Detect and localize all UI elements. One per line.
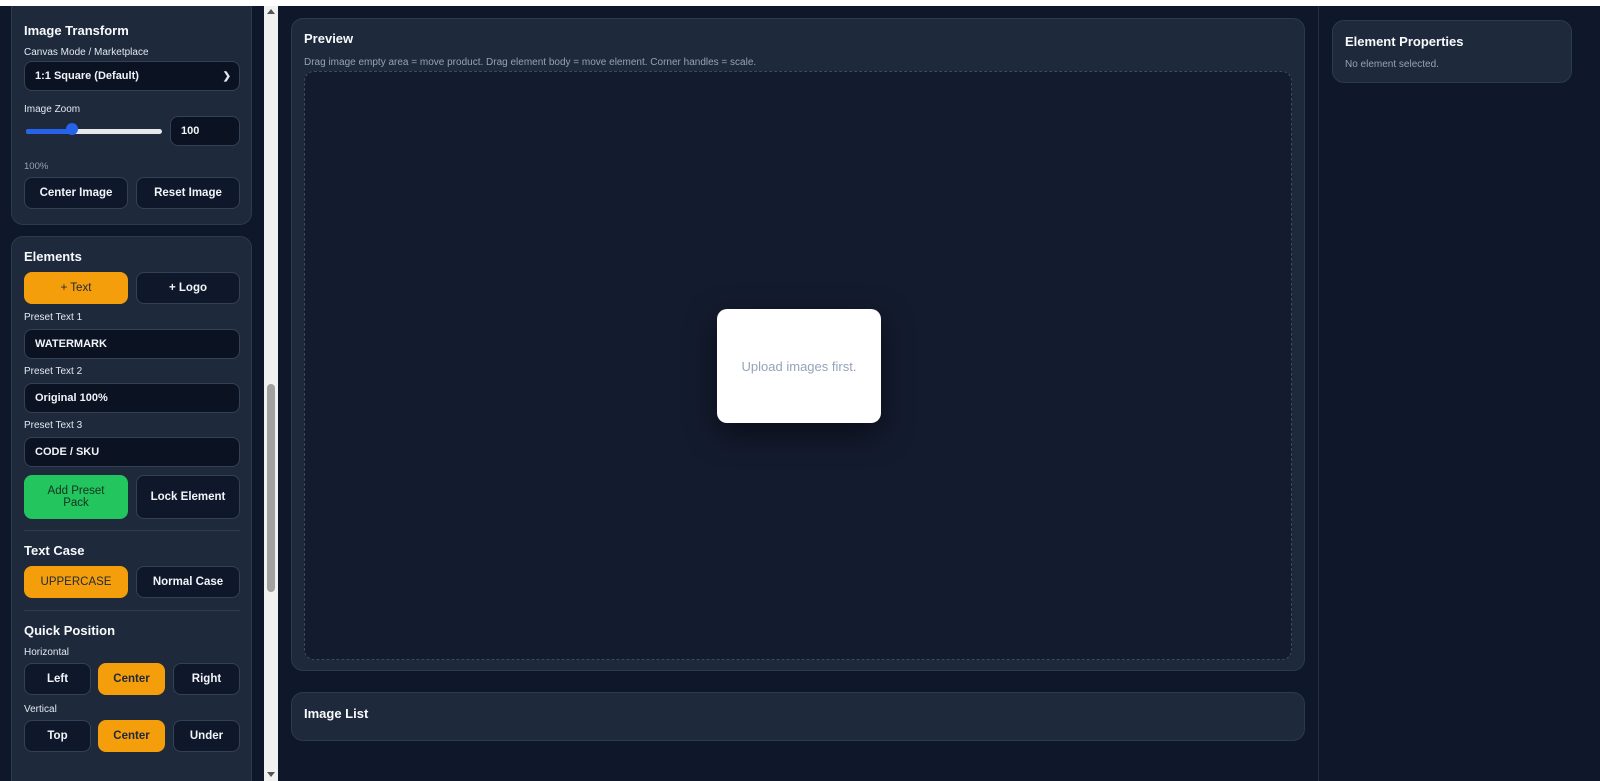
preset-text-1-input[interactable]: WATERMARK (24, 329, 240, 359)
image-transform-title: Image Transform (24, 23, 129, 38)
lock-element-button[interactable]: Lock Element (136, 475, 240, 519)
preview-card: Preview Drag image empty area = move pro… (291, 18, 1305, 671)
quick-position-title: Quick Position (24, 623, 116, 638)
add-logo-button[interactable]: + Logo (136, 272, 240, 304)
image-zoom-label: Image Zoom (24, 104, 81, 115)
canvas-mode-label: Canvas Mode / Marketplace (24, 47, 149, 58)
uppercase-button[interactable]: UPPERCASE (24, 566, 128, 598)
image-transform-card: Image Transform Canvas Mode / Marketplac… (11, 6, 252, 225)
center-image-button[interactable]: Center Image (24, 177, 128, 209)
horizontal-label: Horizontal (24, 647, 70, 658)
add-preset-pack-button[interactable]: Add Preset Pack (24, 475, 128, 519)
elements-title: Elements (24, 249, 82, 264)
normal-case-button[interactable]: Normal Case (136, 566, 240, 598)
image-list-card: Image List (291, 692, 1305, 741)
preset-text-3-label: Preset Text 3 (24, 420, 83, 431)
vertical-label: Vertical (24, 704, 57, 715)
preview-canvas[interactable]: Upload images first. (304, 71, 1292, 660)
v-center-button[interactable]: Center (98, 720, 165, 752)
reset-image-button[interactable]: Reset Image (136, 177, 240, 209)
left-panel-scrollbar[interactable] (264, 6, 278, 781)
preset-text-2-label: Preset Text 2 (24, 366, 83, 377)
preset-text-2-input[interactable]: Original 100% (24, 383, 240, 413)
chevron-down-icon: ❯ (222, 70, 231, 82)
element-properties-card: Element Properties No element selected. (1332, 20, 1572, 83)
preview-title: Preview (304, 31, 354, 46)
no-element-text: No element selected. (1345, 59, 1439, 70)
arrow-up-icon[interactable] (267, 9, 275, 14)
preview-hint: Drag image empty area = move product. Dr… (304, 57, 757, 68)
zoom-input[interactable]: 100 (170, 116, 240, 146)
add-text-button[interactable]: + Text (24, 272, 128, 304)
divider (24, 530, 240, 531)
h-left-button[interactable]: Left (24, 663, 91, 695)
upload-message: Upload images first. (741, 358, 857, 374)
h-center-button[interactable]: Center (98, 663, 165, 695)
h-right-button[interactable]: Right (173, 663, 240, 695)
preset-text-3-input[interactable]: CODE / SKU (24, 437, 240, 467)
image-list-title: Image List (304, 706, 369, 721)
text-case-title: Text Case (24, 543, 85, 558)
element-properties-title: Element Properties (1345, 34, 1464, 49)
v-top-button[interactable]: Top (24, 720, 91, 752)
arrow-down-icon[interactable] (267, 772, 275, 777)
app: Image Transform Canvas Mode / Marketplac… (0, 6, 1600, 781)
zoom-percent: 100% (24, 161, 49, 172)
upload-placeholder: Upload images first. (717, 309, 881, 423)
divider (24, 610, 240, 611)
left-panel: Image Transform Canvas Mode / Marketplac… (0, 6, 264, 781)
zoom-slider-track[interactable] (26, 129, 162, 134)
elements-card: Elements + Text + Logo Preset Text 1 WAT… (11, 236, 252, 781)
canvas-mode-select[interactable]: 1:1 Square (Default) ❯ (24, 61, 240, 91)
scrollbar-thumb[interactable] (267, 384, 275, 592)
preset-text-1-label: Preset Text 1 (24, 312, 83, 323)
right-divider (1318, 6, 1319, 781)
v-under-button[interactable]: Under (173, 720, 240, 752)
canvas-mode-value: 1:1 Square (Default) (35, 70, 139, 82)
